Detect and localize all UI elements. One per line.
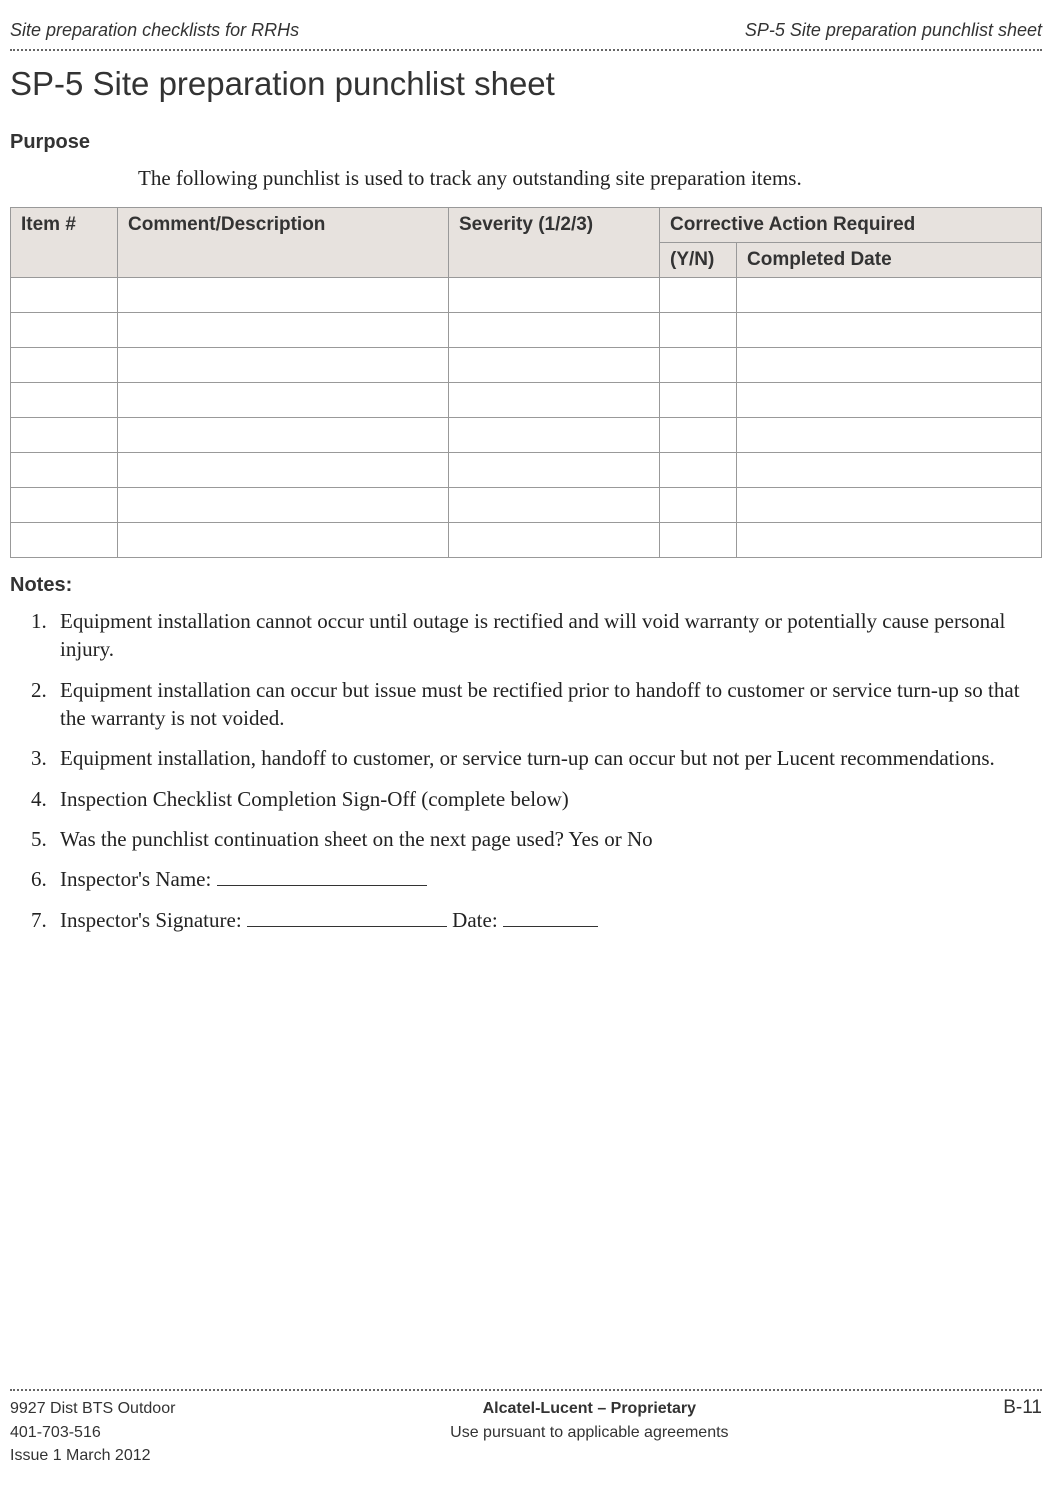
date-blank[interactable] [503, 926, 598, 927]
cell-yn[interactable] [660, 348, 737, 383]
date-label: Date: [447, 908, 503, 932]
cell-yn[interactable] [660, 383, 737, 418]
table-row [11, 313, 1042, 348]
cell-yn[interactable] [660, 278, 737, 313]
footer-proprietary: Alcatel-Lucent – Proprietary [450, 1397, 728, 1420]
th-completed: Completed Date [737, 243, 1042, 278]
th-comment: Comment/Description [118, 208, 449, 278]
cell-item[interactable] [11, 278, 118, 313]
inspector-name-blank[interactable] [217, 885, 427, 886]
th-yn: (Y/N) [660, 243, 737, 278]
cell-severity[interactable] [449, 313, 660, 348]
cell-completed[interactable] [737, 348, 1042, 383]
footer-rule [10, 1389, 1042, 1391]
th-item: Item # [11, 208, 118, 278]
cell-severity[interactable] [449, 453, 660, 488]
cell-completed[interactable] [737, 523, 1042, 558]
footer-use-statement: Use pursuant to applicable agreements [450, 1421, 728, 1444]
cell-severity[interactable] [449, 523, 660, 558]
footer-issue: Issue 1 March 2012 [10, 1444, 175, 1467]
note-item: Equipment installation cannot occur unti… [52, 607, 1042, 664]
inspector-signature-blank[interactable] [247, 926, 447, 927]
cell-severity[interactable] [449, 488, 660, 523]
cell-severity[interactable] [449, 348, 660, 383]
cell-item[interactable] [11, 418, 118, 453]
cell-item[interactable] [11, 348, 118, 383]
cell-yn[interactable] [660, 313, 737, 348]
cell-item[interactable] [11, 453, 118, 488]
table-row [11, 488, 1042, 523]
cell-severity[interactable] [449, 418, 660, 453]
running-header: Site preparation checklists for RRHs SP-… [10, 20, 1042, 41]
cell-comment[interactable] [118, 278, 449, 313]
table-row [11, 278, 1042, 313]
inspector-signature-label: Inspector's Signature: [60, 908, 247, 932]
cell-yn[interactable] [660, 418, 737, 453]
punchlist-table: Item # Comment/Description Severity (1/2… [10, 207, 1042, 558]
cell-item[interactable] [11, 488, 118, 523]
cell-completed[interactable] [737, 418, 1042, 453]
notes-heading: Notes: [10, 574, 1042, 597]
note-item-inspector-signature: Inspector's Signature: Date: [52, 906, 1042, 934]
intro-text: The following punchlist is used to track… [138, 166, 1042, 191]
cell-completed[interactable] [737, 488, 1042, 523]
cell-completed[interactable] [737, 313, 1042, 348]
notes-list: Equipment installation cannot occur unti… [14, 607, 1042, 934]
page-number: B-11 [1003, 1397, 1042, 1419]
header-left: Site preparation checklists for RRHs [10, 20, 299, 41]
cell-yn[interactable] [660, 453, 737, 488]
cell-completed[interactable] [737, 453, 1042, 488]
cell-comment[interactable] [118, 313, 449, 348]
punchlist-tbody [11, 278, 1042, 558]
page-title: SP-5 Site preparation punchlist sheet [10, 65, 1042, 103]
footer-doc-number: 401-703-516 [10, 1421, 175, 1444]
purpose-heading: Purpose [10, 131, 1042, 154]
cell-completed[interactable] [737, 383, 1042, 418]
cell-severity[interactable] [449, 278, 660, 313]
page-footer: 9927 Dist BTS Outdoor 401-703-516 Issue … [10, 1389, 1042, 1467]
table-row [11, 453, 1042, 488]
table-row [11, 418, 1042, 453]
cell-yn[interactable] [660, 488, 737, 523]
cell-comment[interactable] [118, 523, 449, 558]
footer-doc-title: 9927 Dist BTS Outdoor [10, 1397, 175, 1420]
header-right: SP-5 Site preparation punchlist sheet [745, 20, 1042, 41]
table-row [11, 383, 1042, 418]
cell-yn[interactable] [660, 523, 737, 558]
cell-comment[interactable] [118, 418, 449, 453]
cell-item[interactable] [11, 383, 118, 418]
cell-item[interactable] [11, 523, 118, 558]
header-rule [10, 49, 1042, 51]
note-item: Inspection Checklist Completion Sign-Off… [52, 785, 1042, 813]
th-severity: Severity (1/2/3) [449, 208, 660, 278]
note-item: Was the punchlist continuation sheet on … [52, 825, 1042, 853]
note-item-inspector-name: Inspector's Name: [52, 865, 1042, 893]
table-row [11, 348, 1042, 383]
cell-comment[interactable] [118, 348, 449, 383]
cell-severity[interactable] [449, 383, 660, 418]
inspector-name-label: Inspector's Name: [60, 867, 217, 891]
table-row [11, 523, 1042, 558]
th-corrective: Corrective Action Required [660, 208, 1042, 243]
cell-comment[interactable] [118, 453, 449, 488]
note-item: Equipment installation, handoff to custo… [52, 744, 1042, 772]
cell-comment[interactable] [118, 488, 449, 523]
cell-item[interactable] [11, 313, 118, 348]
cell-completed[interactable] [737, 278, 1042, 313]
note-item: Equipment installation can occur but iss… [52, 676, 1042, 733]
cell-comment[interactable] [118, 383, 449, 418]
